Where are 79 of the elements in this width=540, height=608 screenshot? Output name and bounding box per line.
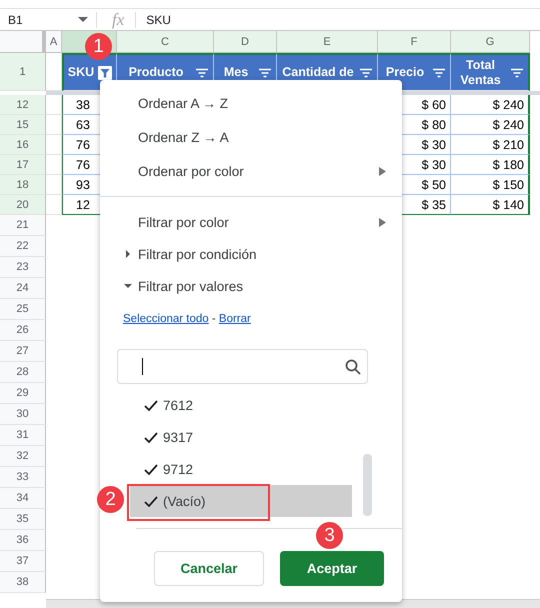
list-scrollbar-thumb[interactable]	[363, 454, 372, 516]
empty-cell	[46, 155, 62, 175]
column-header: G	[451, 31, 530, 53]
row-number: 15	[0, 115, 46, 135]
row-number: 38	[0, 572, 46, 593]
row-number: 37	[0, 551, 46, 572]
submenu-arrow-icon	[379, 218, 386, 226]
row-number: 35	[0, 509, 46, 530]
expand-triangle-icon[interactable]	[124, 250, 132, 258]
submenu-arrow-icon	[379, 166, 386, 176]
accept-button[interactable]: Aceptar	[280, 551, 384, 586]
clear-link[interactable]: Borrar	[218, 313, 251, 325]
formula-content: SKU	[145, 12, 171, 26]
row-number: 26	[0, 320, 46, 341]
table-cell: $ 240	[451, 115, 530, 135]
table-cell: $ 140	[451, 195, 530, 215]
filter-icon[interactable]	[510, 68, 524, 78]
search-field[interactable]	[117, 349, 368, 384]
row-number: 20	[0, 195, 46, 215]
value-item[interactable]: 9317	[130, 421, 352, 453]
row-number: 31	[0, 425, 46, 446]
column-header: A	[46, 31, 62, 53]
header-cell: Total Ventas	[451, 53, 530, 91]
name-box[interactable]: B1	[0, 12, 96, 26]
cell-reference: B1	[8, 12, 23, 26]
check-icon[interactable]	[144, 400, 158, 410]
row-number: 34	[0, 488, 46, 509]
selected-value-item[interactable]: (Vacío)	[130, 485, 352, 517]
row-number: 12	[0, 95, 46, 115]
row-number: 32	[0, 446, 46, 467]
row-number: 25	[0, 299, 46, 320]
row-number: 1	[0, 53, 46, 91]
table-cell: $ 150	[451, 175, 530, 195]
row-number: 30	[0, 404, 46, 425]
check-icon[interactable]	[144, 432, 158, 442]
filter-icon[interactable]	[432, 68, 446, 78]
empty-cell	[46, 115, 62, 135]
table-cell: $ 180	[451, 155, 530, 175]
row-number: 24	[0, 278, 46, 299]
empty-cell	[46, 135, 62, 155]
column-header: F	[378, 31, 451, 53]
filter-icon[interactable]	[258, 68, 272, 78]
row-number: 23	[0, 257, 46, 278]
row-number: 29	[0, 383, 46, 404]
value-item[interactable]: 7612	[130, 389, 352, 421]
row-number: 17	[0, 155, 46, 175]
empty-cell	[46, 195, 62, 215]
row-number: 21	[0, 215, 46, 236]
table-cell: $ 210	[451, 135, 530, 155]
row-number: 36	[0, 530, 46, 551]
filter-section[interactable]: Filtrar por valores	[100, 270, 402, 302]
table-cell: $ 240	[451, 95, 530, 115]
row-number: 16	[0, 135, 46, 155]
row-number: 33	[0, 467, 46, 488]
empty-cell	[46, 95, 62, 115]
collapse-triangle-icon[interactable]	[124, 282, 132, 290]
header-cell: Precio	[378, 53, 451, 91]
value-item[interactable]: 9712	[130, 453, 352, 485]
row-number: 18	[0, 175, 46, 195]
empty-cell	[46, 175, 62, 195]
search-icon	[345, 358, 361, 374]
column-header: D	[214, 31, 277, 53]
filter-section[interactable]: Filtrar por condición	[100, 238, 402, 270]
filter-icon[interactable]	[359, 68, 373, 78]
link-separator: -	[210, 313, 217, 325]
column-header: E	[277, 31, 378, 53]
row-number: 28	[0, 362, 46, 383]
check-icon[interactable]	[144, 496, 158, 506]
row-number: 27	[0, 341, 46, 362]
filter-icon[interactable]	[195, 68, 209, 78]
text-cursor	[142, 358, 143, 375]
dropdown-caret-icon[interactable]	[78, 16, 88, 22]
fx-label: fx	[111, 10, 126, 30]
check-icon[interactable]	[144, 464, 158, 474]
cancel-button[interactable]: Cancelar	[154, 551, 264, 586]
row-number: 22	[0, 236, 46, 257]
select-all-link[interactable]: Seleccionar todo	[123, 313, 209, 325]
column-header: C	[117, 31, 214, 53]
active-filter-icon[interactable]	[98, 66, 112, 80]
